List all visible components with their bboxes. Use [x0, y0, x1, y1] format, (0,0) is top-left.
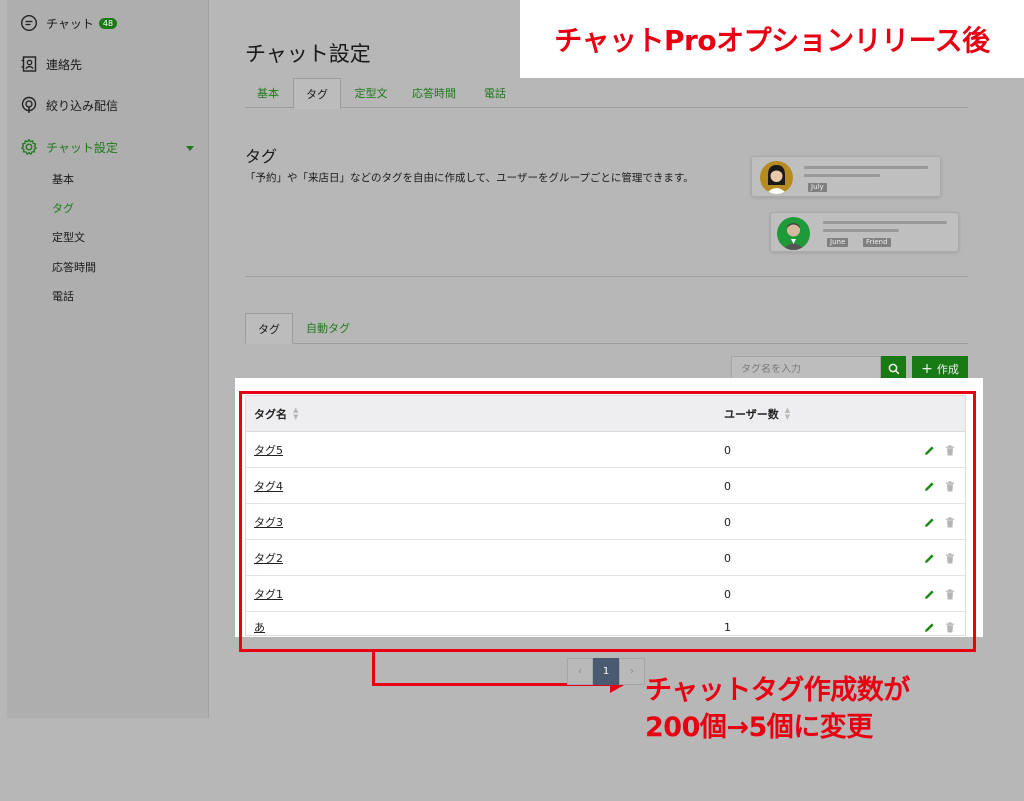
contacts-icon: [19, 54, 39, 74]
tab-auto-tag[interactable]: 自動タグ: [297, 313, 359, 343]
create-button-label: 作成: [936, 363, 959, 376]
annotation-connector: [372, 652, 375, 686]
tab-basic[interactable]: 基本: [245, 78, 291, 108]
tab-tag-list[interactable]: タグ: [245, 313, 293, 344]
mini-tag: Friend: [863, 238, 891, 247]
avatar: [777, 217, 810, 250]
tab-templates[interactable]: 定型文: [343, 78, 399, 108]
chat-bubble-icon: [19, 13, 39, 33]
mini-tag: July: [808, 183, 827, 192]
sidebar-subitem-templates[interactable]: 定型文: [52, 229, 85, 245]
chevron-down-icon[interactable]: [186, 146, 194, 151]
tab-phone[interactable]: 電話: [470, 78, 520, 108]
search-icon: [888, 360, 900, 379]
annotation-line-1: チャットタグ作成数が: [645, 675, 910, 706]
prev-page-button[interactable]: ‹: [567, 658, 593, 685]
sidebar-item-label: チャット: [46, 16, 94, 31]
annotation-line-2: 200個→5個に変更: [645, 712, 873, 743]
sidebar-item-chat-settings[interactable]: チャット設定: [19, 137, 118, 157]
sidebar: チャット 48 連絡先 絞り込み配信 チャット設定 基本 タグ 定型文 応答時間…: [7, 0, 209, 718]
avatar: [760, 161, 793, 194]
sidebar-item-label: 絞り込み配信: [46, 98, 119, 113]
sidebar-item-broadcast[interactable]: 絞り込み配信: [19, 95, 118, 115]
tab-response-time[interactable]: 応答時間: [403, 78, 465, 108]
chevron-left-icon: ‹: [578, 666, 582, 677]
section-title: タグ: [245, 147, 278, 166]
pagination: ‹ 1 ›: [567, 658, 645, 685]
section-description: 「予約」や「来店日」などのタグを自由に作成して、ユーザーをグループごとに管理でき…: [245, 172, 694, 184]
gear-icon: [19, 137, 39, 157]
illustration-card-2: June Friend: [770, 212, 959, 252]
annotation-note: チャットタグ作成数が 200個→5個に変更: [645, 672, 910, 746]
page-title: チャット設定: [245, 42, 371, 66]
next-page-button[interactable]: ›: [619, 658, 645, 685]
highlight-box: [239, 391, 976, 652]
chevron-right-icon: ›: [630, 666, 634, 677]
unread-badge: 48: [98, 17, 118, 29]
broadcast-icon: [19, 95, 39, 115]
illustration-card-1: July: [751, 156, 941, 197]
annotation-banner: チャットProオプションリリース後: [520, 0, 1024, 78]
section-divider: [245, 276, 968, 277]
sidebar-item-label: チャット設定: [46, 140, 118, 155]
page-button-current[interactable]: 1: [593, 658, 619, 685]
mini-tag: June: [827, 238, 849, 247]
sidebar-item-contacts[interactable]: 連絡先: [19, 54, 82, 74]
sidebar-subitem-response-time[interactable]: 応答時間: [52, 259, 96, 275]
annotation-top-text: チャットProオプションリリース後: [554, 24, 990, 57]
tab-tag[interactable]: タグ: [293, 78, 341, 109]
sidebar-subitem-tag[interactable]: タグ: [52, 200, 74, 216]
plus-icon: +: [921, 361, 933, 377]
tag-type-tabs: タグ 自動タグ: [245, 313, 968, 344]
sidebar-item-chat[interactable]: チャット 48: [19, 13, 118, 33]
tag-search-input[interactable]: [741, 363, 871, 375]
sidebar-subitem-phone[interactable]: 電話: [52, 288, 74, 304]
sidebar-item-label: 連絡先: [46, 57, 83, 72]
sidebar-subitem-basic[interactable]: 基本: [52, 171, 74, 187]
settings-tabs: 基本 タグ 定型文 応答時間 電話: [245, 78, 968, 109]
